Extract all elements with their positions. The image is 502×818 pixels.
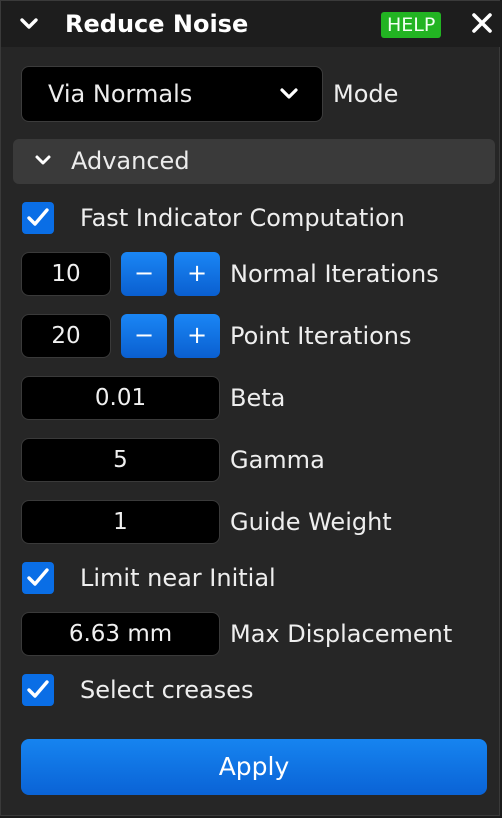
guide-weight-label: Guide Weight [230, 508, 392, 536]
help-button[interactable]: HELP [381, 12, 442, 38]
normal-iterations-decrement-button[interactable]: − [121, 252, 167, 296]
beta-label: Beta [230, 384, 286, 412]
normal-iterations-label: Normal Iterations [230, 260, 439, 288]
limit-near-initial-label: Limit near Initial [80, 564, 276, 592]
chevron-down-icon [280, 88, 298, 99]
beta-input[interactable]: 0.01 [21, 376, 220, 420]
advanced-section-header[interactable]: Advanced [13, 139, 495, 184]
gamma-input[interactable]: 5 [21, 438, 220, 482]
point-iterations-input[interactable]: 20 [21, 314, 111, 358]
point-iterations-label: Point Iterations [230, 322, 412, 350]
chevron-down-icon [35, 155, 51, 165]
checkmark-icon [27, 208, 49, 226]
normal-iterations-increment-button[interactable]: + [174, 252, 220, 296]
max-displacement-label: Max Displacement [230, 620, 453, 648]
normal-iterations-input[interactable]: 10 [21, 252, 111, 296]
mode-dropdown-value: Via Normals [48, 80, 193, 108]
collapse-panel-chevron-icon[interactable] [19, 15, 39, 33]
point-iterations-increment-button[interactable]: + [174, 314, 220, 358]
guide-weight-input[interactable]: 1 [21, 500, 220, 544]
max-displacement-input[interactable]: 6.63 mm [21, 612, 220, 656]
advanced-section-label: Advanced [71, 147, 190, 175]
mode-dropdown[interactable]: Via Normals [21, 66, 323, 122]
apply-button[interactable]: Apply [21, 739, 487, 795]
checkmark-icon [27, 680, 49, 698]
gamma-label: Gamma [230, 446, 325, 474]
select-creases-checkbox[interactable] [22, 674, 54, 706]
fast-indicator-label: Fast Indicator Computation [80, 204, 405, 232]
checkmark-icon [27, 568, 49, 586]
limit-near-initial-checkbox[interactable] [22, 562, 54, 594]
reduce-noise-panel: Reduce Noise HELP Via Normals Mode Advan… [0, 0, 501, 816]
panel-title: Reduce Noise [65, 10, 249, 38]
select-creases-label: Select creases [80, 676, 254, 704]
mode-label: Mode [333, 80, 399, 108]
close-icon[interactable] [470, 11, 494, 35]
fast-indicator-checkbox[interactable] [22, 202, 54, 234]
point-iterations-decrement-button[interactable]: − [121, 314, 167, 358]
